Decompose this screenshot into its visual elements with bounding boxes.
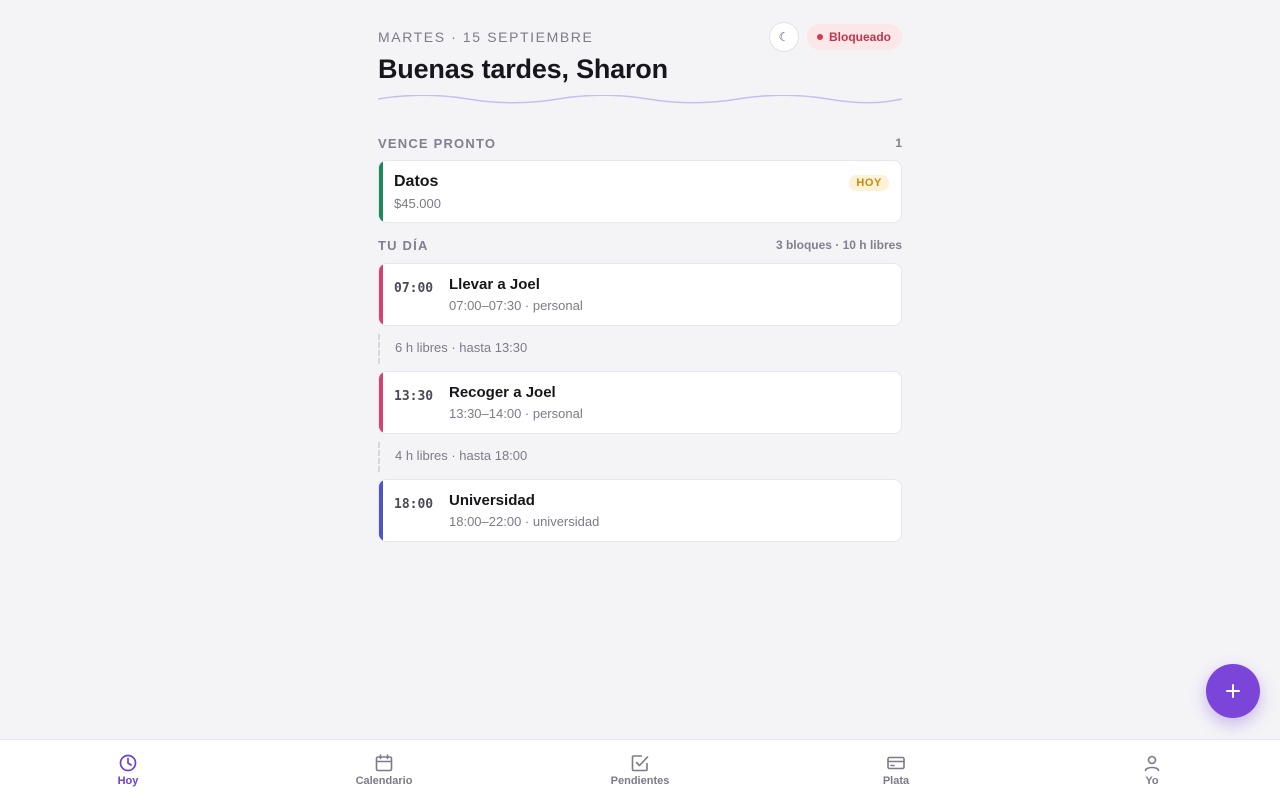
wave-divider xyxy=(378,95,902,104)
today-badge: HOY xyxy=(849,175,889,191)
add-button[interactable] xyxy=(1206,664,1260,718)
due-item-card[interactable]: Datos $45.000 HOY xyxy=(378,160,902,223)
event-meta: 07:00–07:30 · personal xyxy=(449,298,583,313)
event-title: Llevar a Joel xyxy=(449,276,540,293)
event-meta: 13:30–14:00 · personal xyxy=(449,406,583,421)
header-actions: ☾ Bloqueado xyxy=(769,22,902,52)
main-content: MARTES · 15 SEPTIEMBRE ☾ Bloqueado Buena… xyxy=(378,22,902,542)
day-title: TU DÍA xyxy=(378,237,429,253)
due-item-title: Datos xyxy=(394,173,439,190)
status-dot xyxy=(817,34,823,40)
event-list: 07:00 Llevar a Joel 07:00–07:30 · person… xyxy=(378,263,902,542)
due-soon-title: VENCE PRONTO xyxy=(378,135,497,151)
checkbox-icon xyxy=(631,755,649,772)
free-time-label: 4 h libres · hasta 18:00 xyxy=(395,448,528,463)
status-label: Bloqueado xyxy=(829,30,891,44)
date-label: MARTES · 15 SEPTIEMBRE xyxy=(378,29,594,45)
nav-label: Hoy xyxy=(117,775,139,787)
event-card[interactable]: 07:00 Llevar a Joel 07:00–07:30 · person… xyxy=(378,263,902,326)
nav-item-plata[interactable]: Plata xyxy=(768,740,1024,800)
free-time-gap: 4 h libres · hasta 18:00 xyxy=(378,434,902,479)
event-time: 07:00 xyxy=(394,281,434,296)
greeting-title: Buenas tardes, Sharon xyxy=(378,54,668,84)
clock-icon xyxy=(119,754,137,772)
credit-card-icon xyxy=(887,756,905,770)
moon-icon: ☾ xyxy=(778,30,790,44)
nav-item-yo[interactable]: Yo xyxy=(1024,740,1280,800)
user-icon xyxy=(1144,755,1160,772)
event-time: 18:00 xyxy=(394,497,434,512)
free-time-label: 6 h libres · hasta 13:30 xyxy=(395,340,528,355)
due-item-amount: $45.000 xyxy=(394,196,441,211)
event-title: Universidad xyxy=(449,492,535,509)
nav-label: Calendario xyxy=(355,775,413,787)
nav-label: Yo xyxy=(1145,775,1159,787)
nav-label: Pendientes xyxy=(610,775,670,787)
event-card[interactable]: 13:30 Recoger a Joel 13:30–14:00 · perso… xyxy=(378,371,902,434)
theme-toggle-button[interactable]: ☾ xyxy=(769,22,799,52)
header-row: MARTES · 15 SEPTIEMBRE ☾ Bloqueado xyxy=(378,22,902,52)
nav-item-pendientes[interactable]: Pendientes xyxy=(512,740,768,800)
bottom-nav: Hoy Calendario Pendientes Plata Yo xyxy=(0,739,1280,800)
nav-item-calendario[interactable]: Calendario xyxy=(256,740,512,800)
free-time-gap: 6 h libres · hasta 13:30 xyxy=(378,326,902,371)
event-card[interactable]: 18:00 Universidad 18:00–22:00 · universi… xyxy=(378,479,902,542)
event-title: Recoger a Joel xyxy=(449,384,556,401)
day-header: TU DÍA 3 bloques · 10 h libres xyxy=(378,237,902,253)
event-meta: 18:00–22:00 · universidad xyxy=(449,514,600,529)
calendar-icon xyxy=(375,754,393,772)
due-soon-count: 1 xyxy=(895,136,902,150)
due-soon-header: VENCE PRONTO 1 xyxy=(378,135,902,151)
day-summary: 3 bloques · 10 h libres xyxy=(775,238,902,252)
status-badge[interactable]: Bloqueado xyxy=(807,24,902,50)
nav-label: Plata xyxy=(882,775,910,787)
plus-icon xyxy=(1226,684,1240,698)
nav-item-hoy[interactable]: Hoy xyxy=(0,740,256,800)
event-time: 13:30 xyxy=(394,389,434,404)
